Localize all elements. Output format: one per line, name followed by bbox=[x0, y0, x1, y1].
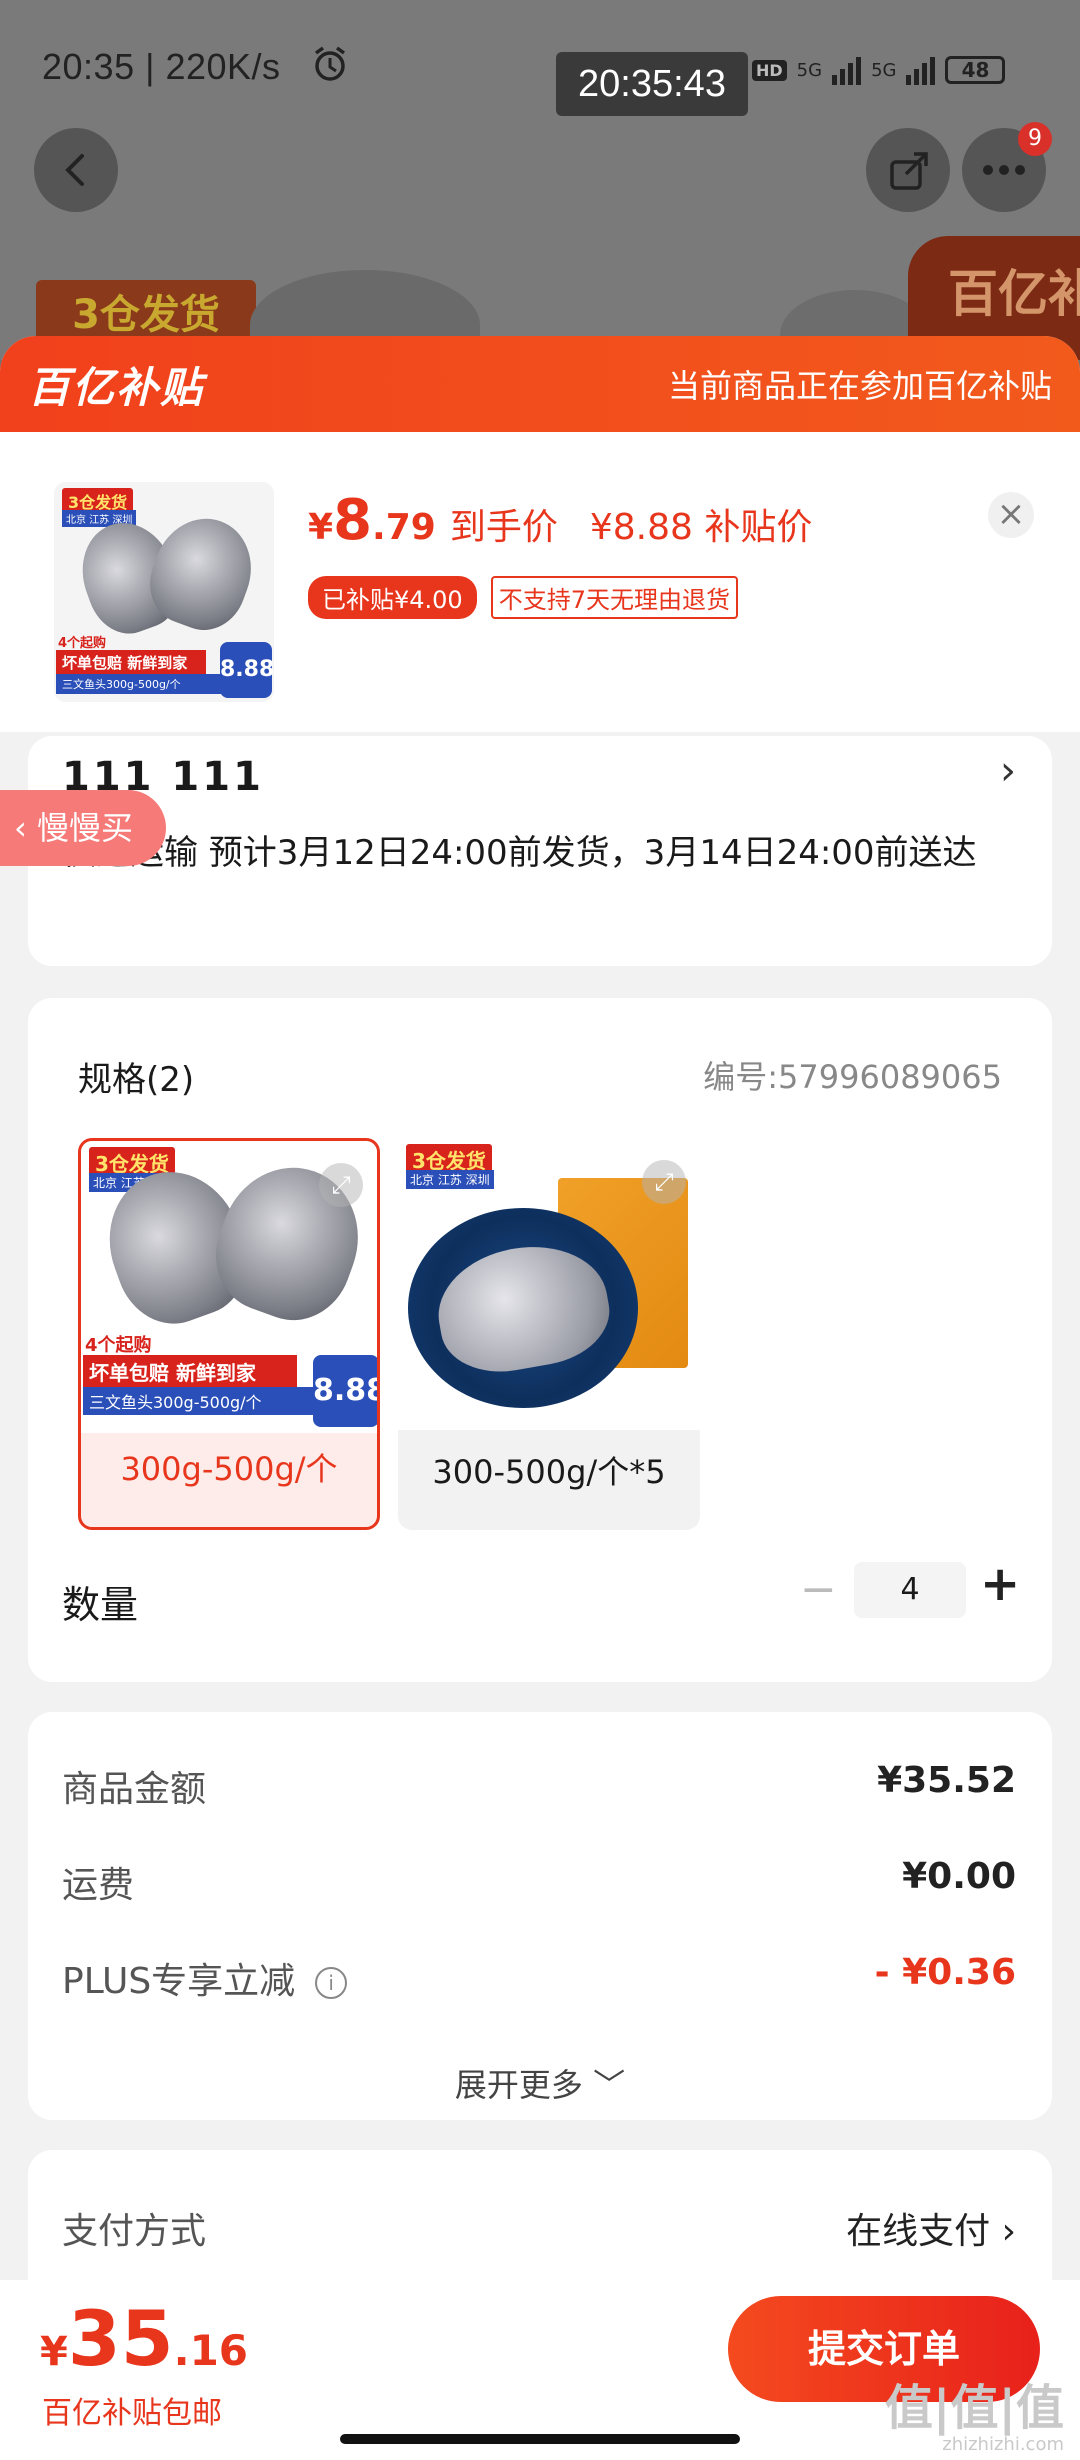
goods-amount-label: 商品金额 bbox=[62, 1769, 207, 1810]
product-summary: 3仓发货 北京 江苏 深圳 4个起购 坏单包赔 新鲜到家 三文鱼头300g-50… bbox=[0, 432, 1080, 732]
quantity-increase-button[interactable]: + bbox=[980, 1556, 1020, 1612]
plus-discount-value: - ¥0.36 bbox=[874, 1952, 1016, 1993]
payment-card[interactable]: 支付方式 在线支付 › bbox=[28, 2150, 1052, 2300]
chevron-right-icon: › bbox=[1001, 2211, 1016, 2252]
no-return-tag: 不支持7天无理由退货 bbox=[490, 576, 738, 619]
goods-amount-value: ¥35.52 bbox=[877, 1760, 1016, 1801]
spec-card: 规格(2) 编号:57996089065 3仓发货 北京 江苏 深圳 4个起购 … bbox=[28, 998, 1052, 1682]
net-label-2: 5G bbox=[871, 59, 897, 81]
expand-icon[interactable]: ⤢ bbox=[642, 1160, 686, 1204]
close-button[interactable]: × bbox=[988, 492, 1034, 538]
subsidy-price: ¥8.88 补贴价 bbox=[589, 507, 813, 548]
chevron-right-icon: › bbox=[1000, 748, 1016, 794]
amount-card: 商品金额 ¥35.52 运费 ¥0.00 PLUS专享立减 i - ¥0.36 展… bbox=[28, 1712, 1052, 2120]
quantity-decrease-button[interactable]: − bbox=[800, 1564, 837, 1615]
status-bar: 20:35 | 220K/s 20:35:43 HD 5G 5G 48 bbox=[0, 0, 1080, 130]
option-promo-1: 坏单包赔 新鲜到家 bbox=[83, 1355, 297, 1388]
checkout-footer: ¥35.16 百亿补贴包邮 提交订单 值|值|值 zhizhizhi.com bbox=[0, 2280, 1080, 2460]
status-time-speed: 20:35 | 220K/s bbox=[42, 46, 281, 87]
free-shipping-note: 百亿补贴包邮 bbox=[42, 2396, 222, 2431]
back-icon bbox=[65, 154, 84, 186]
address-card[interactable]: 111 111 › 快速运输 预计3月12日24:00前发货，3月14日24:0… bbox=[28, 736, 1052, 966]
spec-option-label: 300g-500g/个 bbox=[120, 1450, 338, 1488]
product-number: 编号:57996089065 bbox=[703, 1058, 1002, 1096]
clock-badge: 20:35:43 bbox=[556, 52, 748, 116]
quantity-label: 数量 bbox=[62, 1583, 139, 1627]
expand-more-button[interactable]: 展开更多 ﹀ bbox=[28, 2060, 1052, 2106]
payment-value-wrap: 在线支付 › bbox=[846, 2202, 1016, 2254]
slow-buy-label: 慢慢买 bbox=[36, 809, 133, 847]
thumb-min-order: 4个起购 bbox=[58, 636, 107, 651]
option-min-order: 4个起购 bbox=[85, 1335, 152, 1356]
product-tags: 已补贴¥4.00 不支持7天无理由退货 bbox=[308, 576, 738, 619]
option-promo-2: 三文鱼头300g-500g/个 bbox=[83, 1387, 313, 1415]
battery-icon: 48 bbox=[945, 56, 1006, 84]
shipping-label: 运费 bbox=[62, 1865, 135, 1906]
product-thumbnail[interactable]: 3仓发货 北京 江苏 深圳 4个起购 坏单包赔 新鲜到家 三文鱼头300g-50… bbox=[54, 482, 274, 702]
shipping-row: 运费 ¥0.00 bbox=[62, 1856, 1016, 1908]
signal-icon-2 bbox=[906, 55, 936, 85]
thumb-promo-1: 坏单包赔 新鲜到家 bbox=[56, 650, 206, 675]
plus-discount-label: PLUS专享立减 bbox=[62, 1961, 296, 2002]
final-price: ¥8.79 bbox=[308, 488, 436, 553]
signal-icon bbox=[832, 55, 862, 85]
spec-option-1[interactable]: 3仓发货 北京 江苏 深圳 4个起购 坏单包赔 新鲜到家 三文鱼头300g-50… bbox=[78, 1138, 380, 1530]
option-price-badge: 8.88 bbox=[313, 1355, 377, 1427]
payment-value: 在线支付 bbox=[846, 2211, 991, 2252]
plus-discount-row: PLUS专享立减 i - ¥0.36 bbox=[62, 1952, 1016, 2004]
net-label-1: 5G bbox=[796, 59, 823, 81]
final-price-label: 到手价 bbox=[449, 507, 558, 548]
chevron-left-icon: ‹ bbox=[14, 809, 27, 847]
slow-buy-float[interactable]: ‹ 慢慢买 bbox=[0, 790, 166, 866]
goods-amount-row: 商品金额 ¥35.52 bbox=[62, 1760, 1016, 1812]
watermark-logo: 值|值|值 zhizhizhi.com bbox=[884, 2380, 1064, 2455]
subsidy-logo: 百亿补贴 bbox=[28, 362, 205, 412]
price-row: ¥8.79 到手价 ¥8.88 补贴价 bbox=[308, 488, 812, 553]
order-sheet: 百亿补贴 当前商品正在参加百亿补贴 3仓发货 北京 江苏 深圳 4个起购 坏单包… bbox=[0, 336, 1080, 2460]
subsidy-tip: 当前商品正在参加百亿补贴 bbox=[667, 367, 1052, 405]
info-icon[interactable]: i bbox=[315, 1967, 348, 1999]
notification-badge: 9 bbox=[1018, 122, 1052, 156]
spec-option-2[interactable]: 3仓发货 北京 江苏 深圳 ⤢ 300-500g/个*5 bbox=[398, 1138, 700, 1530]
thumb-price-badge: 8.88 bbox=[220, 642, 274, 698]
share-button[interactable] bbox=[866, 128, 950, 212]
subsidy-header: 百亿补贴 当前商品正在参加百亿补贴 bbox=[0, 336, 1080, 432]
option-cities: 北京 江苏 深圳 bbox=[406, 1170, 494, 1189]
quantity-input[interactable]: 4 bbox=[854, 1562, 966, 1618]
spec-option-label: 300-500g/个*5 bbox=[432, 1453, 666, 1491]
subsidized-tag: 已补贴¥4.00 bbox=[308, 576, 477, 619]
total-price: ¥35.16 bbox=[40, 2294, 249, 2383]
delivery-estimate: 快速运输 预计3月12日24:00前发货，3月14日24:00前送达 bbox=[62, 833, 977, 873]
payment-label: 支付方式 bbox=[62, 2211, 207, 2252]
alarm-icon bbox=[310, 44, 350, 93]
plus-discount-label-wrap: PLUS专享立减 i bbox=[62, 1952, 348, 2004]
thumb-promo-2: 三文鱼头300g-500g/个 bbox=[56, 674, 226, 694]
expand-icon[interactable]: ⤢ bbox=[319, 1163, 363, 1207]
share-icon bbox=[890, 152, 928, 190]
more-icon bbox=[983, 165, 1025, 175]
home-indicator[interactable] bbox=[340, 2434, 740, 2444]
spec-title: 规格(2) bbox=[78, 1060, 195, 1100]
hd-indicator: HD bbox=[752, 59, 787, 81]
shipping-value: ¥0.00 bbox=[902, 1856, 1016, 1897]
back-button[interactable] bbox=[34, 128, 118, 212]
status-indicators: HD 5G 5G 48 bbox=[752, 50, 1006, 90]
more-button[interactable]: 9 bbox=[962, 122, 1052, 212]
close-icon: × bbox=[996, 494, 1026, 534]
